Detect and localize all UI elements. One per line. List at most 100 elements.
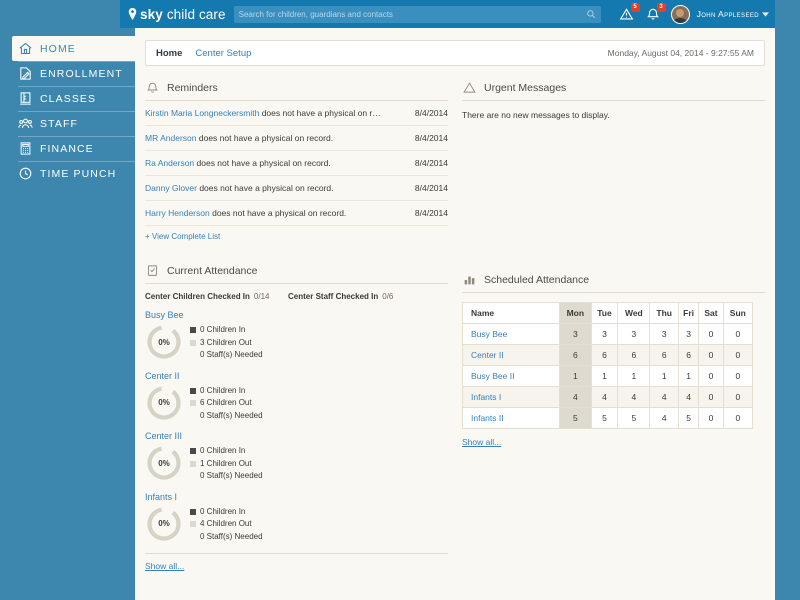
sidebar-item-classes[interactable]: Classes bbox=[0, 86, 135, 111]
column-header-name: Name bbox=[463, 303, 560, 324]
cell-sun: 0 bbox=[723, 366, 752, 387]
table-row[interactable]: Ra Anderson does not have a physical on … bbox=[145, 151, 448, 176]
reminder-person-link[interactable]: Kirstin Maria Longneckersmith bbox=[145, 108, 259, 118]
table-row[interactable]: Center II 6 6 6 6 6 0 0 bbox=[463, 345, 753, 366]
breadcrumb-center-setup[interactable]: Center Setup bbox=[195, 48, 251, 59]
table-row[interactable]: Busy Bee II 1 1 1 1 1 0 0 bbox=[463, 366, 753, 387]
attendance-room-link[interactable]: Center II bbox=[145, 371, 299, 381]
location-pin-icon bbox=[128, 8, 137, 20]
table-row[interactable]: Busy Bee 3 3 3 3 3 0 0 bbox=[463, 324, 753, 345]
attendance-donut-chart: 0% bbox=[145, 505, 183, 543]
attendance-room-link[interactable]: Busy Bee bbox=[145, 310, 299, 320]
cell-sat: 0 bbox=[699, 408, 723, 429]
cell-mon: 5 bbox=[560, 408, 592, 429]
legend-swatch-in bbox=[190, 509, 196, 515]
search-bar[interactable] bbox=[234, 6, 601, 23]
reminder-date: 8/4/2014 bbox=[415, 208, 448, 218]
reminder-person-link[interactable]: MR Anderson bbox=[145, 133, 197, 143]
scheduled-attendance-show-all-link[interactable]: Show all... bbox=[462, 437, 501, 447]
logo-secondary: child care bbox=[167, 7, 226, 22]
cell-wed: 4 bbox=[618, 387, 650, 408]
reminder-person-link[interactable]: Ra Anderson bbox=[145, 158, 194, 168]
avatar-body bbox=[673, 18, 688, 24]
sidebar-item-time-punch[interactable]: Time Punch bbox=[0, 161, 135, 186]
children-out-count: 3 Children Out bbox=[200, 337, 252, 350]
user-name-label: John Appleseed bbox=[697, 9, 759, 19]
app-logo[interactable]: sky child care bbox=[128, 7, 226, 22]
breadcrumb-home[interactable]: Home bbox=[156, 48, 182, 59]
attendance-percent: 0% bbox=[145, 505, 183, 543]
legend-swatch-spacer bbox=[190, 413, 196, 419]
reminder-detail: does not have a physical on record. bbox=[194, 158, 331, 168]
sidebar-item-home[interactable]: Home bbox=[12, 36, 135, 61]
children-checked-in-summary: Center Children Checked In0/14 bbox=[145, 292, 288, 301]
reminder-detail: does not have a physical on record. bbox=[210, 208, 347, 218]
alerts-button[interactable]: 5 bbox=[617, 4, 637, 24]
attendance-card: Center II 0% 0 Children In bbox=[145, 362, 299, 423]
room-link[interactable]: Busy Bee bbox=[463, 324, 560, 345]
staff-checked-in-count: 0/6 bbox=[382, 292, 393, 301]
cell-sat: 0 bbox=[699, 366, 723, 387]
cell-sun: 0 bbox=[723, 324, 752, 345]
children-in-count: 0 Children In bbox=[200, 324, 245, 337]
attendance-donut-chart: 0% bbox=[145, 384, 183, 422]
reminder-date: 8/4/2014 bbox=[415, 158, 448, 168]
attendance-card: Center III 0% 0 Children In bbox=[145, 422, 299, 483]
legend-swatch-spacer bbox=[190, 534, 196, 540]
table-row[interactable]: Harry Henderson does not have a physical… bbox=[145, 201, 448, 226]
room-link[interactable]: Center II bbox=[463, 345, 560, 366]
children-in-count: 0 Children In bbox=[200, 506, 245, 519]
legend-swatch-spacer bbox=[190, 352, 196, 358]
room-link[interactable]: Busy Bee II bbox=[463, 366, 560, 387]
cell-thu: 4 bbox=[650, 387, 678, 408]
search-input[interactable] bbox=[239, 10, 586, 19]
sidebar-item-enrollment[interactable]: Enrollment bbox=[0, 61, 135, 86]
current-attendance-show-all-link[interactable]: Show all... bbox=[145, 553, 448, 571]
user-menu[interactable]: John Appleseed bbox=[697, 9, 769, 19]
reminder-text: MR Anderson does not have a physical on … bbox=[145, 133, 415, 143]
reminder-detail: does not have a physical on record. bbox=[197, 183, 334, 193]
children-out-count: 1 Children Out bbox=[200, 458, 252, 471]
table-row[interactable]: Infants II 5 5 5 4 5 0 0 bbox=[463, 408, 753, 429]
children-checked-in-label: Center Children Checked In bbox=[145, 292, 250, 301]
table-row[interactable]: Kirstin Maria Longneckersmith does not h… bbox=[145, 101, 448, 126]
cell-thu: 3 bbox=[650, 324, 678, 345]
legend-swatch-in bbox=[190, 327, 196, 333]
home-icon bbox=[18, 41, 33, 56]
attendance-room-link[interactable]: Infants I bbox=[145, 492, 299, 502]
table-row[interactable]: Danny Glover does not have a physical on… bbox=[145, 176, 448, 201]
sidebar-item-finance[interactable]: Finance bbox=[0, 136, 135, 161]
attendance-room-link[interactable]: Center III bbox=[145, 431, 299, 441]
staff-needed-count: 0 Staff(s) Needed bbox=[200, 410, 263, 423]
cell-tue: 4 bbox=[591, 387, 618, 408]
view-complete-list-link[interactable]: + View Complete List bbox=[145, 232, 448, 241]
column-header-tue: Tue bbox=[591, 303, 618, 324]
reminder-person-link[interactable]: Danny Glover bbox=[145, 183, 197, 193]
table-row[interactable]: MR Anderson does not have a physical on … bbox=[145, 126, 448, 151]
room-link[interactable]: Infants I bbox=[463, 387, 560, 408]
header-actions: 5 3 John Appleseed bbox=[611, 4, 769, 24]
table-row[interactable]: Infants I 4 4 4 4 4 0 0 bbox=[463, 387, 753, 408]
column-header-fri: Fri bbox=[678, 303, 698, 324]
reminders-panel: Reminders Kirstin Maria Longneckersmith … bbox=[145, 80, 448, 241]
notifications-button[interactable]: 3 bbox=[643, 4, 663, 24]
attendance-card: Busy Bee 0% 0 Children In bbox=[145, 301, 299, 362]
cell-tue: 1 bbox=[591, 366, 618, 387]
search-icon[interactable] bbox=[586, 9, 596, 19]
notifications-badge: 3 bbox=[657, 3, 666, 12]
cell-tue: 3 bbox=[591, 324, 618, 345]
current-attendance-panel: Current Attendance Center Children Check… bbox=[145, 263, 448, 574]
attendance-donut-chart: 0% bbox=[145, 323, 183, 361]
scheduled-attendance-panel: Scheduled Attendance Name Mon Tue Wed Th… bbox=[462, 272, 765, 450]
enrollment-form-icon bbox=[18, 66, 33, 81]
legend-swatch-out bbox=[190, 461, 196, 467]
reminder-person-link[interactable]: Harry Henderson bbox=[145, 208, 210, 218]
room-link[interactable]: Infants II bbox=[463, 408, 560, 429]
reminder-text: Harry Henderson does not have a physical… bbox=[145, 208, 415, 218]
legend-swatch-out bbox=[190, 400, 196, 406]
calculator-icon bbox=[18, 141, 33, 156]
sidebar-item-staff[interactable]: Staff bbox=[0, 111, 135, 136]
cell-fri: 3 bbox=[678, 324, 698, 345]
avatar[interactable] bbox=[671, 5, 690, 24]
current-attendance-header: Current Attendance bbox=[145, 263, 448, 284]
